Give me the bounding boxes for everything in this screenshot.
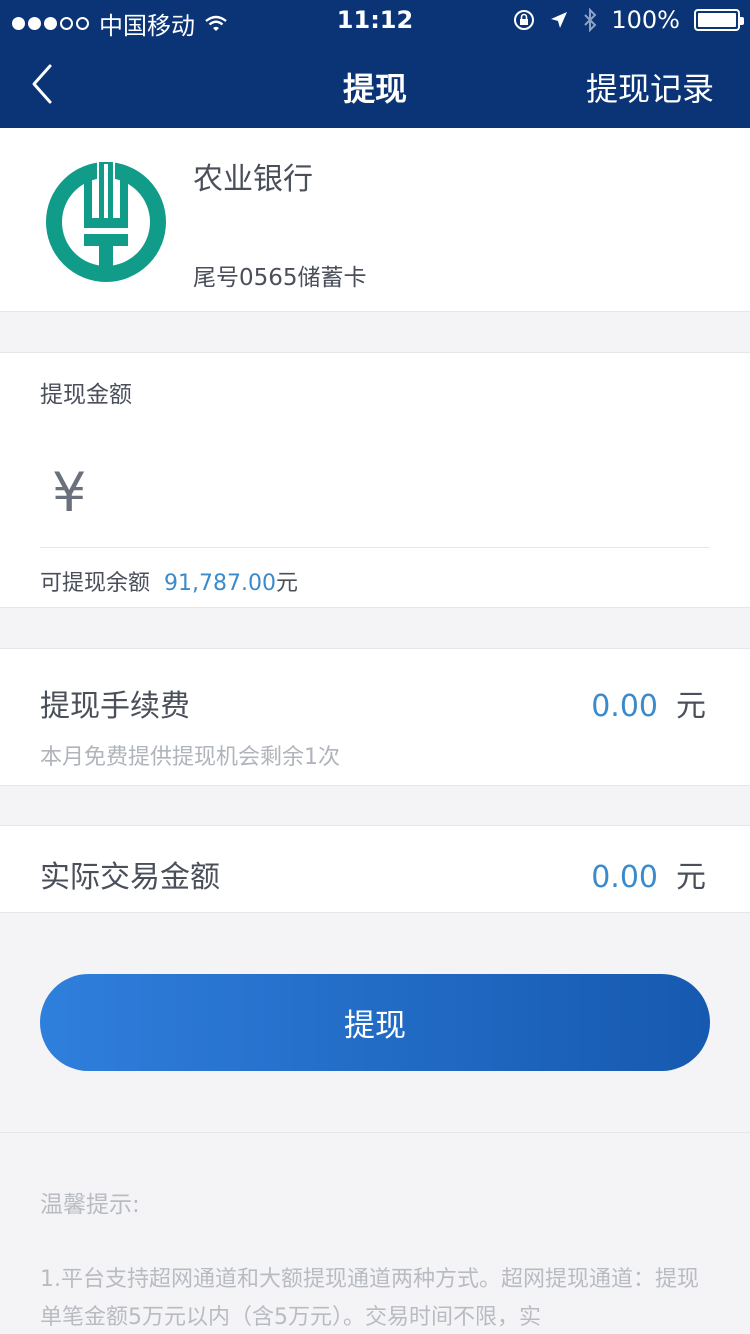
actual-amount-value: 0.00 bbox=[591, 860, 658, 895]
battery-percent: 100% bbox=[611, 6, 680, 34]
divider bbox=[40, 547, 710, 548]
battery-icon bbox=[694, 9, 744, 31]
rotation-lock-icon bbox=[514, 10, 535, 30]
available-balance-value: 91,787.00 bbox=[164, 571, 276, 596]
available-balance-unit: 元 bbox=[275, 571, 298, 596]
status-right: 100% bbox=[513, 6, 744, 34]
withdraw-history-link[interactable]: 提现记录 bbox=[586, 64, 714, 110]
bank-card-selector[interactable]: 农业银行 尾号0565储蓄卡 bbox=[0, 128, 750, 312]
back-icon[interactable] bbox=[28, 62, 58, 106]
actual-amount-label: 实际交易金额 bbox=[40, 860, 220, 895]
actual-amount-section: 实际交易金额 0.00 元 bbox=[0, 825, 750, 913]
available-balance-label: 可提现余额 bbox=[40, 571, 151, 596]
abc-bank-logo bbox=[46, 162, 166, 282]
withdraw-button[interactable]: 提现 bbox=[40, 974, 710, 1071]
nav-bar: 提现 提现记录 bbox=[0, 40, 750, 128]
bluetooth-icon bbox=[584, 8, 597, 32]
status-bar: 中国移动 11:12 100% bbox=[0, 0, 750, 40]
bank-card-tail: 尾号0565储蓄卡 bbox=[193, 265, 367, 291]
bank-name: 农业银行 bbox=[193, 162, 313, 197]
fee-note: 本月免费提供提现机会剩余1次 bbox=[40, 745, 340, 770]
tips-section: 温馨提示: 1.平台支持超网通道和大额提现通道两种方式。超网提现通道：提现单笔金… bbox=[0, 1132, 750, 1334]
amount-input[interactable] bbox=[110, 461, 700, 531]
tips-title: 温馨提示: bbox=[40, 1192, 140, 1218]
amount-label: 提现金额 bbox=[40, 382, 132, 408]
amount-section: 提现金额 ¥ 可提现余额 91,787.00 元 bbox=[0, 352, 750, 608]
fee-section: 提现手续费 0.00 元 本月免费提供提现机会剩余1次 bbox=[0, 648, 750, 786]
fee-value: 0.00 bbox=[591, 689, 658, 724]
fee-label: 提现手续费 bbox=[40, 689, 190, 724]
tips-text: 1.平台支持超网通道和大额提现通道两种方式。超网提现通道：提现单笔金额5万元以内… bbox=[40, 1267, 699, 1330]
actual-amount-unit: 元 bbox=[676, 860, 706, 895]
location-icon bbox=[551, 12, 568, 28]
yen-icon: ¥ bbox=[52, 461, 87, 524]
available-balance: 可提现余额 91,787.00 元 bbox=[40, 565, 298, 597]
actual-amount: 0.00 元 bbox=[591, 852, 706, 896]
fee-unit: 元 bbox=[676, 689, 706, 724]
fee-amount: 0.00 元 bbox=[591, 681, 706, 725]
